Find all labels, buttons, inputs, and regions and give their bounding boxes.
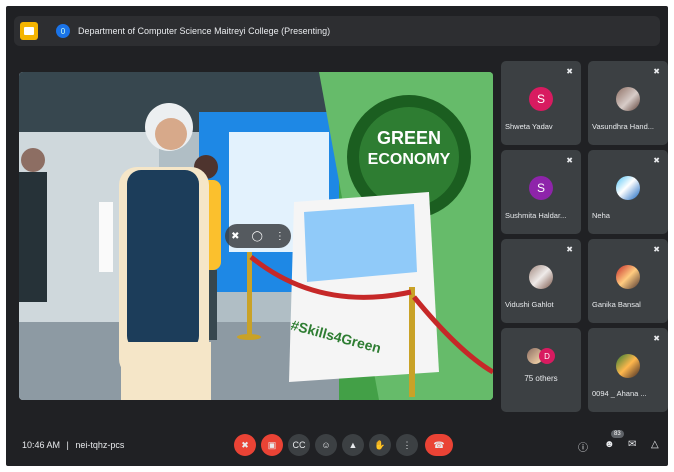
meet-window: 0 Department of Computer Science Maitrey… bbox=[6, 6, 668, 466]
slides-icon bbox=[20, 22, 38, 40]
mic-off-icon[interactable]: ✖ bbox=[234, 434, 256, 456]
svg-text:ECONOMY: ECONOMY bbox=[368, 151, 451, 168]
participant-name: Shweta Yadav bbox=[505, 122, 553, 131]
participant-tile[interactable]: ✖ Vidushi Gahlot bbox=[501, 239, 581, 323]
presentation-header: 0 Department of Computer Science Maitrey… bbox=[14, 16, 660, 46]
info-icon[interactable]: ⓘ bbox=[578, 439, 588, 454]
profile-photo-icon bbox=[529, 265, 553, 289]
mic-off-icon: ✖ bbox=[566, 156, 573, 165]
mic-off-icon: ✖ bbox=[653, 67, 660, 76]
camera-off-icon[interactable]: ▣ bbox=[261, 434, 283, 456]
mute-participant-icon[interactable]: ✖ bbox=[231, 231, 239, 242]
profile-photo-icon bbox=[616, 87, 640, 111]
people-icon[interactable]: ☻ bbox=[604, 439, 615, 450]
people-count-badge: 83 bbox=[611, 430, 624, 438]
avatar: D bbox=[539, 348, 555, 364]
raise-hand-icon[interactable]: ✋ bbox=[369, 434, 391, 456]
avatar: S bbox=[529, 176, 553, 200]
participant-name: Ganika Bansal bbox=[592, 300, 641, 309]
presenting-icon: 0 bbox=[56, 24, 70, 38]
profile-photo-icon bbox=[616, 265, 640, 289]
call-controls-bar: 10:46 AM | nei-tqhz-pcs ✖ ▣ CC ☺ ▲ ✋ ⋮ ☎… bbox=[6, 426, 668, 466]
participant-name: 0094 _ Ahana ... bbox=[592, 389, 647, 398]
captions-icon[interactable]: CC bbox=[288, 434, 310, 456]
meeting-info: 10:46 AM | nei-tqhz-pcs bbox=[22, 440, 124, 450]
main-video-feed[interactable]: GREEN ECONOMY #Skills4Green ✖ ◯ ⋮ bbox=[19, 72, 493, 400]
mic-off-icon: ✖ bbox=[653, 334, 660, 343]
mic-off-icon: ✖ bbox=[653, 156, 660, 165]
chat-icon[interactable]: ✉ bbox=[628, 439, 636, 450]
more-options-icon[interactable]: ⋮ bbox=[396, 434, 418, 456]
others-avatars: D bbox=[527, 348, 561, 366]
clock-time: 10:46 AM bbox=[22, 440, 61, 450]
participant-name: Vidushi Gahlot bbox=[505, 300, 554, 309]
end-call-icon[interactable]: ☎ bbox=[425, 434, 453, 456]
participant-tile[interactable]: ✖ Neha bbox=[588, 150, 668, 234]
present-icon[interactable]: ▲ bbox=[342, 434, 364, 456]
mic-off-icon: ✖ bbox=[566, 245, 573, 254]
profile-photo-icon bbox=[616, 354, 640, 378]
participant-tile[interactable]: ✖ Ganika Bansal bbox=[588, 239, 668, 323]
tile-more-icon[interactable]: ⋮ bbox=[275, 231, 285, 242]
mic-off-icon: ✖ bbox=[653, 245, 660, 254]
separator: | bbox=[66, 440, 69, 450]
presentation-title: Department of Computer Science Maitreyi … bbox=[78, 26, 331, 36]
participant-name: Sushmita Haldar... bbox=[505, 211, 567, 220]
others-count: 75 others bbox=[524, 374, 558, 383]
participant-tile[interactable]: ✖ 0094 _ Ahana ... bbox=[588, 328, 668, 412]
participant-tile[interactable]: ✖ Vasundhra Hand... bbox=[588, 61, 668, 145]
activities-icon[interactable]: △ bbox=[651, 439, 659, 450]
participant-name: Neha bbox=[592, 211, 610, 220]
participant-name: Vasundhra Hand... bbox=[592, 122, 654, 131]
participant-tile[interactable]: ✖ S Shweta Yadav bbox=[501, 61, 581, 145]
avatar: S bbox=[529, 87, 553, 111]
tile-overlay-controls: ✖ ◯ ⋮ bbox=[225, 224, 291, 248]
profile-photo-icon bbox=[616, 176, 640, 200]
mic-off-icon: ✖ bbox=[566, 67, 573, 76]
others-tile[interactable]: D 75 others bbox=[501, 328, 581, 412]
meeting-code: nei-tqhz-pcs bbox=[75, 440, 125, 450]
participant-tile[interactable]: ✖ S Sushmita Haldar... bbox=[501, 150, 581, 234]
green-economy-sign: GREEN bbox=[377, 128, 441, 148]
pin-icon[interactable]: ◯ bbox=[252, 231, 263, 242]
emoji-icon[interactable]: ☺ bbox=[315, 434, 337, 456]
